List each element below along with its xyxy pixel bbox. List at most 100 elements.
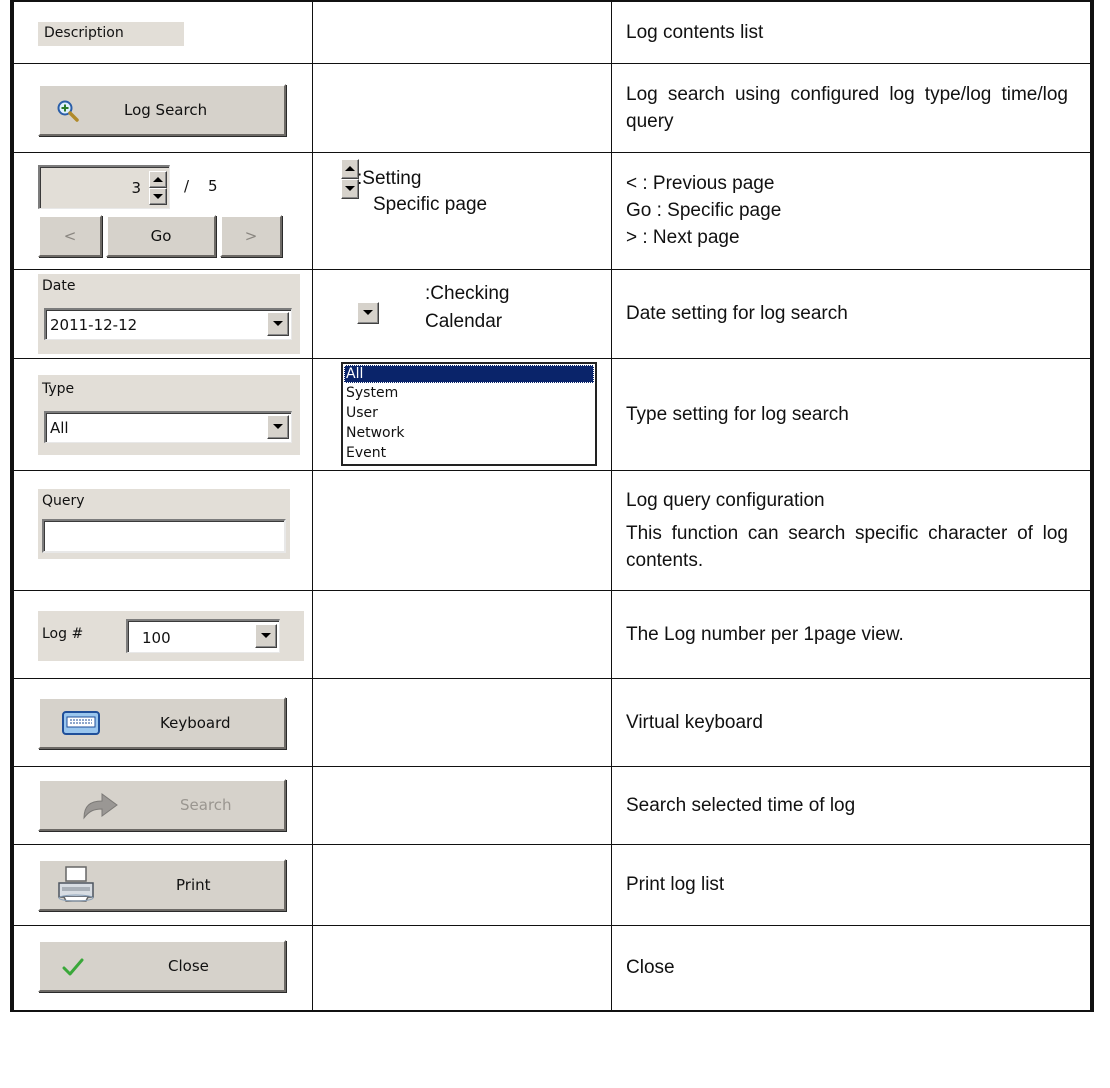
note-cell — [312, 843, 612, 926]
note-text: Calendar — [425, 310, 503, 332]
note-text: Specific page — [373, 193, 488, 215]
note-cell: All System User Network Event — [312, 357, 612, 471]
page-down-button[interactable] — [149, 187, 167, 205]
table-row: Search Search selected time of log — [10, 765, 1094, 845]
note-cell — [312, 62, 612, 153]
dropdown-arrow-icon — [273, 321, 283, 326]
description-text: Go : Specific page — [626, 200, 782, 221]
widget-cell: Log # 100 — [10, 589, 313, 679]
description-cell: Log search using configured log type/log… — [611, 62, 1094, 153]
close-button[interactable]: Close — [38, 939, 286, 992]
log-search-button[interactable]: Log Search — [38, 83, 286, 136]
table-row: Close Close — [10, 924, 1094, 1012]
description-text: < : Previous page — [626, 173, 775, 194]
note-cell — [312, 765, 612, 845]
table-row: Date 2011-12-12 :Checking Calendar Date … — [10, 268, 1094, 359]
description-text: The Log number per 1page view. — [626, 623, 904, 645]
page-separator: / — [184, 176, 190, 195]
description-text: Type setting for log search — [626, 403, 849, 425]
date-label: Date — [42, 277, 76, 294]
log-count-dropdown-button[interactable] — [255, 623, 277, 648]
keyboard-icon — [62, 710, 100, 735]
description-cell: Log query configuration This function ca… — [611, 469, 1094, 591]
go-button[interactable]: Go — [106, 214, 216, 257]
widget-cell: Date 2011-12-12 — [10, 268, 313, 359]
description-header-label: Description — [44, 25, 124, 41]
prev-page-button[interactable]: < — [38, 214, 102, 257]
description-cell: < : Previous page Go : Specific page > :… — [611, 151, 1094, 270]
page-up-button[interactable] — [149, 170, 167, 188]
table-row: Description Log contents list — [10, 0, 1094, 64]
type-value: All — [50, 418, 69, 437]
description-cell: Close — [611, 924, 1094, 1012]
type-select[interactable]: All — [44, 410, 292, 443]
search-button[interactable]: Search — [38, 778, 286, 831]
table-row: Type All All System User Network Event T… — [10, 357, 1094, 471]
description-header: Description — [38, 22, 184, 46]
list-item[interactable]: Network — [346, 423, 404, 443]
list-item[interactable]: Event — [346, 443, 386, 463]
checkmark-icon — [62, 958, 84, 975]
log-count-panel: Log # 100 — [38, 610, 304, 661]
widget-cell: Description — [10, 0, 313, 64]
date-select[interactable]: 2011-12-12 — [44, 307, 292, 340]
widget-cell: 3 / 5 < Go > — [10, 151, 313, 270]
log-count-select[interactable]: 100 — [126, 618, 280, 653]
page-number-value: 3 — [131, 178, 141, 197]
up-arrow-icon — [153, 176, 163, 182]
description-cell: Virtual keyboard — [611, 677, 1094, 767]
page-total: 5 — [208, 176, 218, 195]
search-label: Search — [180, 795, 232, 814]
dropdown-arrow-icon — [273, 424, 283, 429]
note-cell — [312, 589, 612, 679]
note-cell: :Checking Calendar — [312, 268, 612, 359]
date-value: 2011-12-12 — [50, 315, 138, 334]
list-item[interactable]: All — [344, 364, 594, 383]
description-text: Print log list — [626, 874, 725, 895]
widget-cell: Search — [10, 765, 313, 845]
next-page-button[interactable]: > — [220, 214, 282, 257]
description-text: Log search using configured log type/log… — [626, 83, 1068, 132]
log-search-label: Log Search — [124, 100, 208, 119]
query-panel: Query — [38, 488, 290, 559]
note-text: :Setting — [357, 167, 422, 189]
list-item[interactable]: System — [346, 383, 398, 403]
table-row: Query Log query configuration This funct… — [10, 469, 1094, 591]
type-dropdown-button[interactable] — [267, 414, 289, 439]
print-label: Print — [176, 875, 211, 894]
next-page-label: > — [244, 226, 258, 245]
page-number-field[interactable]: 3 — [38, 164, 170, 209]
arrow-right-icon — [83, 792, 118, 820]
widget-cell: Type All — [10, 357, 313, 471]
description-text: Date setting for log search — [626, 303, 848, 324]
list-item[interactable]: User — [346, 403, 378, 423]
date-dropdown-button[interactable] — [267, 311, 289, 336]
table-row: Log # 100 The Log number per 1page view. — [10, 589, 1094, 679]
date-panel: Date 2011-12-12 — [38, 273, 300, 354]
go-label: Go — [150, 226, 172, 245]
widget-cell: Query — [10, 469, 313, 591]
query-input[interactable] — [42, 518, 286, 553]
description-cell: Search selected time of log — [611, 765, 1094, 845]
prev-page-label: < — [63, 226, 77, 245]
down-arrow-icon — [153, 193, 163, 199]
description-text: Search selected time of log — [626, 794, 856, 816]
note-cell — [312, 469, 612, 591]
type-options-list[interactable]: All System User Network Event — [341, 361, 597, 466]
keyboard-button[interactable]: Keyboard — [38, 696, 286, 749]
log-count-value: 100 — [142, 628, 171, 647]
note-cell: :Setting Specific page — [312, 151, 612, 270]
note-cell — [312, 677, 612, 767]
description-text: Close — [626, 957, 675, 979]
magnifier-plus-icon — [57, 100, 79, 122]
type-label: Type — [42, 380, 75, 397]
print-button[interactable]: Print — [38, 858, 286, 911]
description-cell: Print log list — [611, 843, 1094, 926]
description-cell: Type setting for log search — [611, 357, 1094, 471]
log-count-label: Log # — [42, 625, 84, 642]
table-row: Log Search Log search using configured l… — [10, 62, 1094, 153]
description-text: > : Next page — [626, 227, 740, 248]
printer-icon — [58, 865, 94, 902]
description-cell: Log contents list — [611, 0, 1094, 64]
dropdown-arrow-icon — [261, 633, 271, 638]
